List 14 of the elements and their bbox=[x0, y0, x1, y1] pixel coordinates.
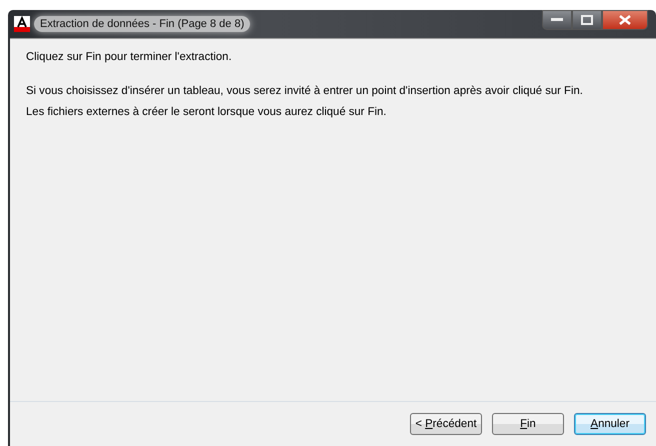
dialog-button[interactable]: Annuler bbox=[574, 413, 646, 435]
dialog-button[interactable]: Fin bbox=[492, 413, 564, 435]
close-icon bbox=[619, 15, 631, 25]
maximize-icon bbox=[581, 15, 593, 25]
instruction-text: Les fichiers externes à créer le seront lorsque vous aurez cliqué sur Fin. bbox=[26, 106, 388, 118]
close-button[interactable] bbox=[602, 10, 648, 30]
app-logo-icon bbox=[14, 16, 30, 32]
instruction-text: Cliquez sur Fin pour terminer l'extraction. bbox=[26, 51, 233, 63]
window-title: Extraction de données - Fin (Page 8 de 8) bbox=[34, 16, 250, 32]
minimize-icon bbox=[551, 18, 563, 22]
maximize-button[interactable] bbox=[572, 10, 602, 30]
instruction-text: Si vous choisissez d'insérer un tableau, vous serez invité à entrer un point d'insertion après avoir cliqué sur Fin. bbox=[26, 85, 584, 97]
dialog-button[interactable]: < Précédent bbox=[410, 413, 482, 435]
minimize-button[interactable] bbox=[542, 10, 572, 30]
